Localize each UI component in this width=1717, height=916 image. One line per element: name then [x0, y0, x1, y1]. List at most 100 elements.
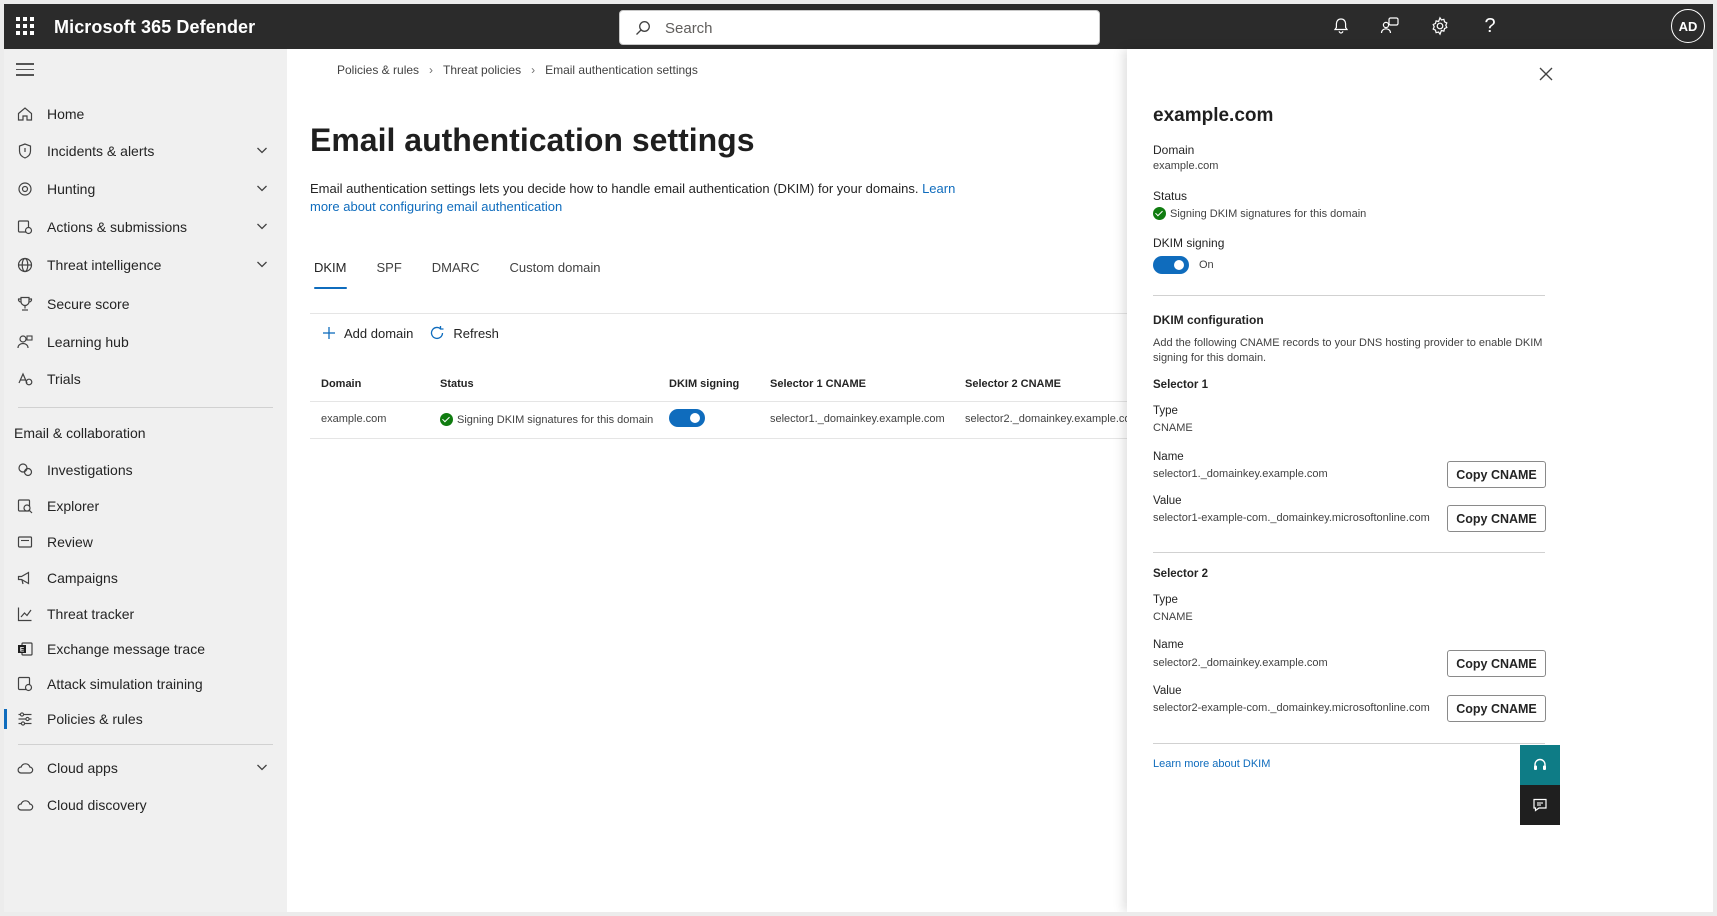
hunting-icon	[18, 182, 32, 196]
domain-details-panel: example.com Domain example.com Status Si…	[1127, 49, 1713, 912]
close-icon[interactable]	[1539, 67, 1553, 81]
sidebar-item-actions[interactable]: Actions & submissions	[4, 209, 287, 245]
check-circle-icon	[1153, 207, 1166, 220]
copy-cname-button[interactable]: Copy CNAME	[1447, 695, 1546, 722]
feedback-button[interactable]	[1520, 785, 1560, 825]
sidebar-item-investigations[interactable]: Investigations	[4, 452, 287, 488]
panel-title: example.com	[1153, 105, 1274, 126]
breadcrumb-item[interactable]: Threat policies	[443, 63, 521, 77]
shield-icon	[18, 143, 32, 159]
sidebar-item-label: Cloud apps	[47, 760, 118, 776]
sidebar-item-label: Learning hub	[47, 334, 129, 350]
divider	[1153, 295, 1545, 296]
dkim-signing-toggle[interactable]	[1153, 256, 1189, 274]
notifications-icon[interactable]	[1328, 13, 1354, 39]
chevron-down-icon[interactable]	[256, 144, 268, 156]
tab-dkim[interactable]: DKIM	[310, 252, 360, 289]
community-icon[interactable]	[1377, 13, 1403, 39]
refresh-button[interactable]: Refresh	[429, 325, 499, 341]
chevron-down-icon[interactable]	[256, 220, 268, 232]
sidebar-item-label: Threat tracker	[47, 606, 135, 622]
selector2-name-value: selector2._domainkey.example.com	[1153, 657, 1328, 669]
column-header[interactable]: Selector 2 CNAME	[965, 378, 1061, 390]
chevron-down-icon[interactable]	[256, 258, 268, 270]
page-description: Email authentication settings lets you d…	[310, 180, 960, 216]
divider	[310, 313, 1187, 314]
toolbar: Add domain Refresh	[322, 325, 499, 341]
sidebar-item-attack-simulation[interactable]: Attack simulation training	[4, 666, 287, 702]
headset-icon	[1534, 758, 1546, 770]
sidebar-item-hunting[interactable]: Hunting	[4, 171, 287, 207]
top-bar: Microsoft 365 Defender Search ? AD	[4, 4, 1713, 49]
sidebar-item-cloud-apps[interactable]: Cloud apps	[4, 750, 287, 786]
divider	[1153, 552, 1545, 553]
cell-domain: example.com	[321, 413, 387, 425]
sidebar-item-learning-hub[interactable]: Learning hub	[4, 324, 287, 360]
sidebar-item-incidents[interactable]: Incidents & alerts	[4, 133, 287, 169]
settings-icon[interactable]	[1427, 13, 1453, 39]
learning-icon	[17, 335, 33, 349]
sidebar-item-label: Incidents & alerts	[47, 143, 155, 159]
sidebar-item-threat-intelligence[interactable]: Threat intelligence	[4, 247, 287, 283]
sidebar-item-policies-rules[interactable]: Policies & rules	[4, 701, 287, 737]
help-icon[interactable]: ?	[1477, 13, 1503, 39]
column-header[interactable]: Selector 1 CNAME	[770, 378, 866, 390]
selector2-type-label: Type	[1153, 594, 1178, 606]
copy-cname-button[interactable]: Copy CNAME	[1447, 505, 1546, 532]
tab-list: DKIM SPF DMARC Custom domain	[310, 252, 627, 289]
sidebar-item-label: Investigations	[47, 462, 133, 478]
cloud-discovery-icon	[17, 800, 34, 811]
copy-cname-button[interactable]: Copy CNAME	[1447, 650, 1546, 677]
avatar[interactable]: AD	[1671, 9, 1705, 43]
home-icon	[17, 107, 33, 121]
sidebar-divider	[18, 744, 273, 745]
app-title[interactable]: Microsoft 365 Defender	[54, 17, 255, 38]
status-text: Signing DKIM signatures for this domain	[457, 414, 654, 426]
tab-dmarc[interactable]: DMARC	[428, 252, 493, 289]
sidebar: Home Incidents & alerts Hunting Actions …	[4, 49, 287, 912]
hamburger-menu-icon[interactable]	[16, 63, 34, 80]
search-input[interactable]: Search	[619, 10, 1100, 45]
trophy-icon	[17, 296, 33, 311]
add-icon	[323, 327, 335, 339]
sidebar-item-home[interactable]: Home	[4, 96, 287, 132]
sidebar-item-cloud-discovery[interactable]: Cloud discovery	[4, 787, 287, 823]
selector1-name-value: selector1._domainkey.example.com	[1153, 468, 1328, 480]
column-header[interactable]: DKIM signing	[669, 378, 739, 390]
sidebar-item-secure-score[interactable]: Secure score	[4, 286, 287, 322]
sidebar-section-email[interactable]: Email & collaboration	[14, 425, 146, 441]
actions-icon	[17, 220, 33, 235]
sidebar-item-campaigns[interactable]: Campaigns	[4, 560, 287, 596]
svg-text:E: E	[20, 647, 25, 654]
column-header[interactable]: Domain	[321, 378, 361, 390]
dkim-signing-field: On	[1153, 256, 1214, 274]
sidebar-item-explorer[interactable]: Explorer	[4, 488, 287, 524]
selector1-name-label: Name	[1153, 451, 1184, 463]
sidebar-item-review[interactable]: Review	[4, 524, 287, 560]
sidebar-item-label: Actions & submissions	[47, 219, 188, 235]
tab-custom-domain[interactable]: Custom domain	[505, 252, 613, 289]
breadcrumb-item[interactable]: Policies & rules	[337, 63, 419, 77]
dkim-signing-toggle[interactable]	[669, 409, 705, 427]
sidebar-item-threat-tracker[interactable]: Threat tracker	[4, 596, 287, 632]
column-header[interactable]: Status	[440, 378, 474, 390]
status-label: Status	[1153, 189, 1188, 203]
attack-simulation-icon	[17, 676, 33, 692]
add-domain-button[interactable]: Add domain	[322, 326, 413, 341]
sidebar-item-exchange-message-trace[interactable]: E Exchange message trace	[4, 631, 287, 667]
waffle-icon[interactable]	[14, 15, 36, 37]
learn-more-dkim-link[interactable]: Learn more about DKIM	[1153, 758, 1270, 770]
status-text: Signing DKIM signatures for this domain	[1170, 208, 1367, 220]
main-content: Policies & rules › Threat policies › Ema…	[287, 49, 1187, 912]
review-icon	[17, 536, 33, 548]
sidebar-item-label: Exchange message trace	[47, 641, 205, 657]
tab-spf[interactable]: SPF	[373, 252, 415, 289]
chevron-down-icon[interactable]	[256, 761, 268, 773]
help-assistant-button[interactable]	[1520, 745, 1560, 785]
copy-cname-button[interactable]: Copy CNAME	[1447, 461, 1546, 488]
selector1-type-value: CNAME	[1153, 422, 1193, 434]
sidebar-item-label: Secure score	[47, 296, 130, 312]
chevron-down-icon[interactable]	[256, 182, 268, 194]
selector1-heading: Selector 1	[1153, 379, 1208, 391]
sidebar-item-trials[interactable]: Trials	[4, 361, 287, 397]
